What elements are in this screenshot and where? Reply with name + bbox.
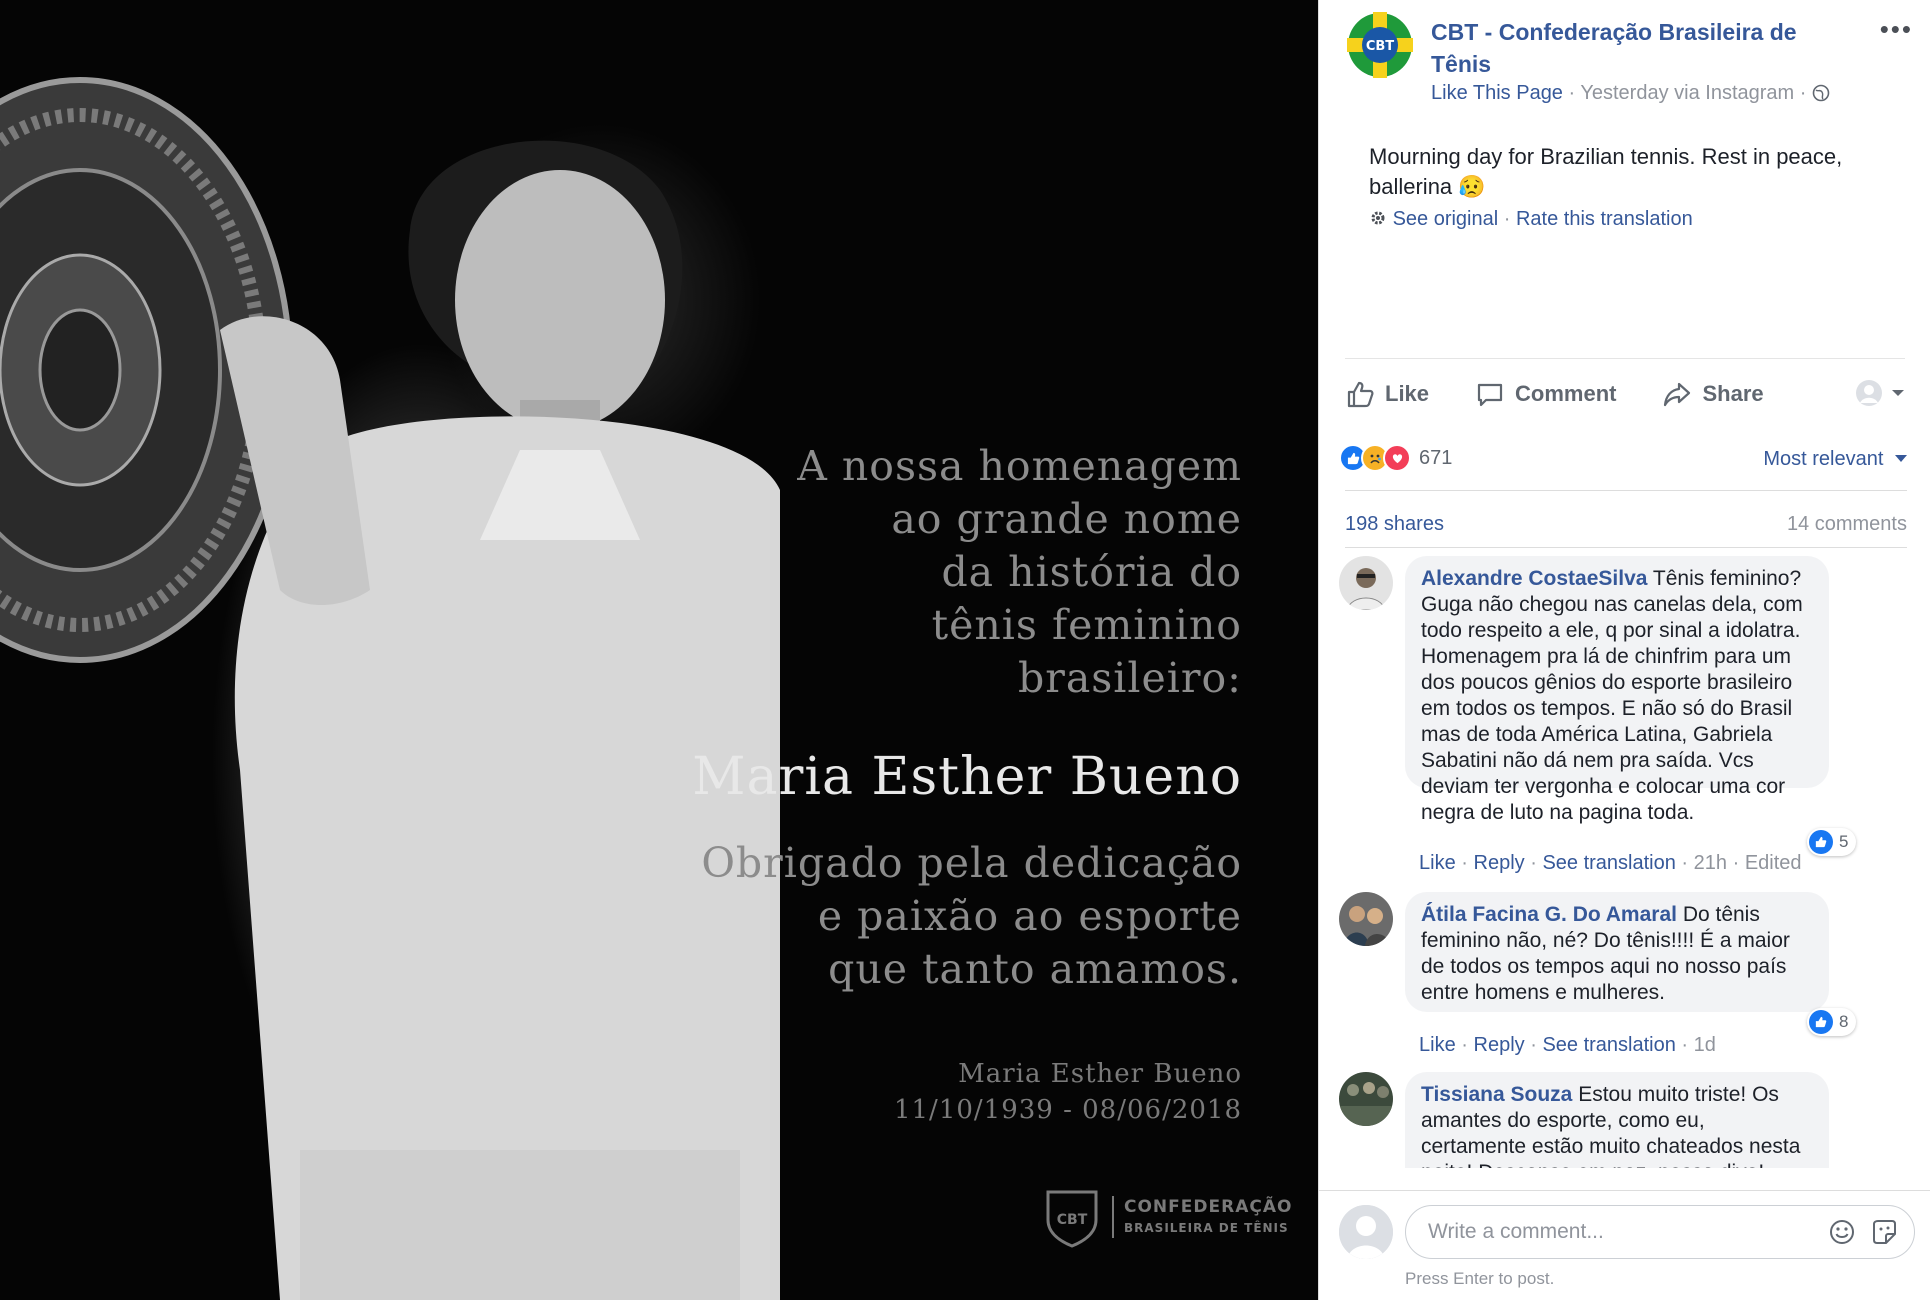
cbt-watermark-logo: CBT CONFEDERAÇÃO BRASILEIRA DE TÊNIS xyxy=(1044,1186,1292,1248)
page-avatar[interactable]: CBT xyxy=(1347,12,1413,78)
thanks-text: Obrigado pela dedicação e paixão ao espo… xyxy=(701,839,1242,993)
comment-sort-label: Most relevant xyxy=(1763,448,1884,470)
post-message: Mourning day for Brazilian tennis. Rest … xyxy=(1369,142,1869,202)
commenter-avatar[interactable] xyxy=(1339,1072,1393,1126)
separator: · xyxy=(1461,1034,1468,1056)
separator: · xyxy=(1732,852,1740,874)
reaction-summary[interactable]: 671 xyxy=(1339,444,1452,472)
lifespan-dates: 11/10/1939 - 08/06/2018 xyxy=(893,1095,1242,1125)
like-badge-icon xyxy=(1809,830,1833,854)
comment-like-number: 5 xyxy=(1839,832,1849,851)
like-page-link[interactable]: Like This Page xyxy=(1431,82,1563,104)
comment-reply-link[interactable]: Reply xyxy=(1474,1034,1525,1056)
separator: · xyxy=(1461,852,1468,874)
sticker-icon[interactable] xyxy=(1870,1218,1898,1246)
thumbs-up-icon xyxy=(1347,381,1374,408)
comment-time[interactable]: 1d xyxy=(1694,1034,1716,1056)
cbt-logo-text: CONFEDERAÇÃO BRASILEIRA DE TÊNIS xyxy=(1112,1196,1292,1238)
see-translation-link[interactable]: See translation xyxy=(1542,852,1675,874)
comment-like-link[interactable]: Like xyxy=(1419,1034,1456,1056)
post-photo[interactable]: A nossa homenagem ao grande nome da hist… xyxy=(0,0,1318,1300)
comments-list: Alexandre CostaeSilva Tênis feminino? Gu… xyxy=(1319,556,1930,1168)
see-original-link[interactable]: See original xyxy=(1393,208,1499,230)
comment-actions: Like · Reply · See translation · 21h · E… xyxy=(1419,852,1802,875)
comment-like-count[interactable]: 5 xyxy=(1807,828,1857,856)
comment-author[interactable]: Átila Facina G. Do Amaral xyxy=(1421,903,1677,926)
comment-time[interactable]: 21h xyxy=(1694,852,1727,874)
comment-as-selector[interactable] xyxy=(1855,379,1905,407)
separator: · xyxy=(1530,1034,1537,1056)
commenter-avatar[interactable] xyxy=(1339,556,1393,610)
more-options-icon[interactable]: ••• xyxy=(1880,14,1913,45)
page-name-link[interactable]: CBT - Confederação Brasileira de Tênis xyxy=(1431,16,1851,80)
honoree-name: Maria Esther Bueno xyxy=(692,747,1242,807)
reaction-count: 671 xyxy=(1419,446,1453,469)
translation-bar: See original · Rate this translation xyxy=(1369,208,1693,231)
love-reaction-icon xyxy=(1383,444,1411,472)
comments-count-link[interactable]: 14 comments xyxy=(1787,513,1907,536)
cbt-shield-text: CBT xyxy=(1057,1212,1088,1228)
user-avatar xyxy=(1339,1205,1393,1259)
cbt-shield-icon: CBT xyxy=(1046,1190,1098,1248)
post-sidebar: CBT CBT - Confederação Brasileira de Tên… xyxy=(1318,0,1930,1301)
comment-bubble: Alexandre CostaeSilva Tênis feminino? Gu… xyxy=(1405,556,1829,824)
comment-button-label: Comment xyxy=(1515,381,1617,406)
separator: · xyxy=(1530,852,1537,874)
translation-separator: · xyxy=(1503,208,1511,230)
comment-like-count[interactable]: 8 xyxy=(1807,1008,1857,1036)
engagement-stats: 198 shares 14 comments xyxy=(1345,490,1907,548)
comment-reply-link[interactable]: Reply xyxy=(1474,852,1525,874)
composer-hint: Press Enter to post. xyxy=(1405,1269,1555,1288)
lifespan-block: Maria Esther Bueno 11/10/1939 - 08/06/20… xyxy=(894,1056,1242,1128)
caret-down-icon xyxy=(1892,390,1904,396)
like-badge-icon xyxy=(1809,1010,1833,1034)
meta-separator: · xyxy=(1568,82,1576,104)
comment-text: Tênis feminino? Guga não chegou nas cane… xyxy=(1421,567,1803,824)
share-arrow-icon xyxy=(1664,382,1691,407)
see-translation-link[interactable]: See translation xyxy=(1542,1034,1675,1056)
profile-avatar-icon xyxy=(1856,380,1882,406)
comment-bubble: Átila Facina G. Do Amaral Do tênis femin… xyxy=(1405,892,1829,1012)
comment-sort-dropdown[interactable]: Most relevant xyxy=(1763,448,1907,471)
comment-like-number: 8 xyxy=(1839,1012,1849,1031)
comment-like-link[interactable]: Like xyxy=(1419,852,1456,874)
cbt-logo-line1: CONFEDERAÇÃO xyxy=(1112,1196,1292,1218)
commenter-avatar[interactable] xyxy=(1339,892,1393,946)
post-meta: Like This Page · Yesterday via Instagram… xyxy=(1431,82,1830,105)
speech-bubble-icon xyxy=(1477,383,1503,407)
separator: · xyxy=(1681,852,1689,874)
rate-translation-link[interactable]: Rate this translation xyxy=(1516,208,1693,230)
page-avatar-text: CBT xyxy=(1366,39,1394,54)
honoree-name-small: Maria Esther Bueno xyxy=(958,1059,1242,1089)
comment-author[interactable]: Alexandre CostaeSilva xyxy=(1421,567,1647,590)
comment-bubble: Tissiana Souza Estou muito triste! Os am… xyxy=(1405,1072,1829,1168)
post-text: Mourning day for Brazilian tennis. Rest … xyxy=(1369,144,1843,199)
like-button-label: Like xyxy=(1385,381,1430,406)
cbt-logo-line2: BRASILEIRA DE TÊNIS xyxy=(1112,1218,1292,1238)
sad-emoji-icon: 😥 xyxy=(1458,174,1486,199)
tribute-text: A nossa homenagem ao grande nome da hist… xyxy=(797,442,1242,702)
emoji-icon[interactable] xyxy=(1828,1218,1856,1246)
caret-down-icon xyxy=(1895,455,1907,462)
edited-label[interactable]: Edited xyxy=(1745,852,1802,874)
comment-input[interactable]: Write a comment... xyxy=(1405,1205,1915,1259)
gear-icon[interactable] xyxy=(1369,209,1387,227)
shares-link[interactable]: 198 shares xyxy=(1345,513,1444,536)
comment-button[interactable]: Comment xyxy=(1475,379,1616,409)
comment-author[interactable]: Tissiana Souza xyxy=(1421,1083,1572,1106)
comment-composer: Write a comment... Press Enter to post. xyxy=(1319,1190,1930,1301)
composer-tools xyxy=(1828,1218,1898,1246)
share-button[interactable]: Share xyxy=(1662,379,1764,409)
separator: · xyxy=(1681,1034,1689,1056)
like-button[interactable]: Like xyxy=(1345,379,1429,409)
comment-actions: Like · Reply · See translation · 1d xyxy=(1419,1034,1716,1057)
meta-separator-2: · xyxy=(1799,82,1807,104)
post-actions: Like Comment Share xyxy=(1345,358,1905,429)
post-timestamp[interactable]: Yesterday via Instagram xyxy=(1580,82,1794,104)
globe-icon xyxy=(1812,84,1830,102)
comment-input-placeholder: Write a comment... xyxy=(1428,1220,1604,1243)
tribute-overlay: A nossa homenagem ao grande nome da hist… xyxy=(602,440,1242,996)
share-button-label: Share xyxy=(1702,381,1764,406)
